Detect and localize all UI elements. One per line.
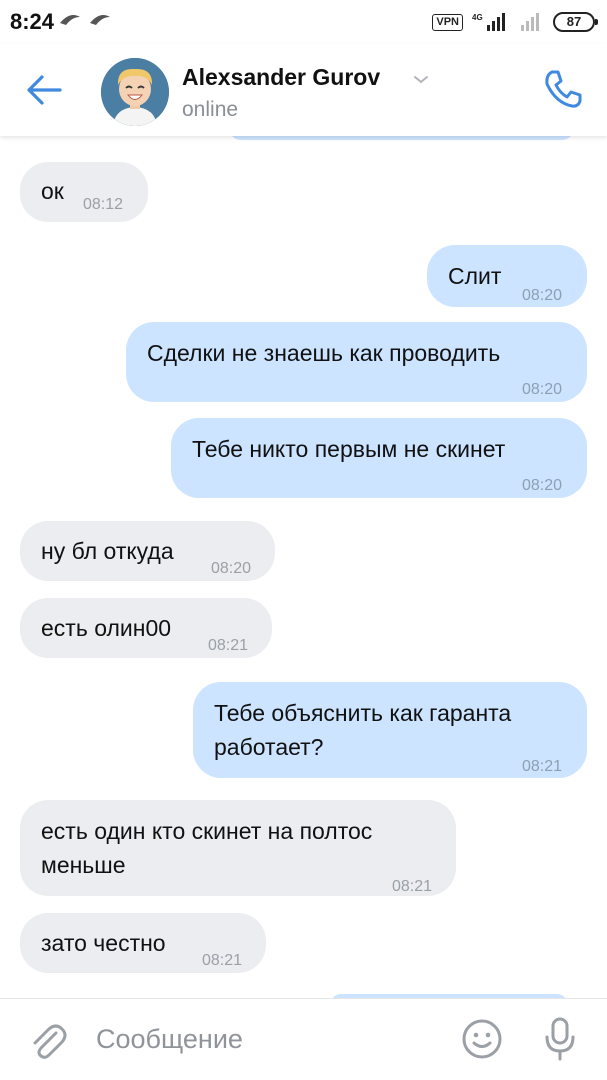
message-time: 08:21 xyxy=(522,758,563,775)
chat-header: Alexsander Gurov online xyxy=(0,44,607,136)
message-time: 08:20 xyxy=(522,477,563,494)
status-time: 8:24 xyxy=(10,9,55,34)
attach-icon[interactable] xyxy=(26,1019,70,1063)
microphone-icon[interactable] xyxy=(538,1015,582,1063)
message-text: зато честно xyxy=(41,930,166,956)
message-list[interactable]: ок 08:12 Слит 08:20 Сделки не знаешь как… xyxy=(0,136,607,998)
message-text: Тебе объяснить как гаранта работает? xyxy=(214,700,512,760)
chevron-down-icon[interactable] xyxy=(410,68,432,90)
message-time: 08:21 xyxy=(392,878,433,895)
message-input[interactable] xyxy=(96,1017,436,1061)
phone-icon[interactable] xyxy=(540,66,586,112)
emoji-icon[interactable] xyxy=(460,1017,504,1061)
outgoing-bubble-partial xyxy=(229,136,574,140)
incoming-message[interactable]: зато честно 08:21 xyxy=(20,913,266,973)
incoming-message[interactable]: есть один кто скинет на полтос меньше 08… xyxy=(20,800,456,896)
battery-icon: 87 xyxy=(553,12,598,32)
message-composer xyxy=(0,998,607,1080)
incoming-message[interactable]: ну бл откуда 08:20 xyxy=(20,521,275,581)
avatar[interactable] xyxy=(101,58,169,126)
message-time: 08:20 xyxy=(522,287,563,304)
notification-icon xyxy=(90,15,110,25)
vpn-badge: VPN xyxy=(432,13,463,31)
network-type-label: 4G xyxy=(472,13,483,22)
message-time: 08:21 xyxy=(208,637,249,654)
outgoing-message[interactable]: Сделки не знаешь как проводить 08:20 xyxy=(126,322,587,402)
outgoing-message[interactable]: Слит 08:20 xyxy=(427,245,587,307)
message-text: Сделки не знаешь как проводить xyxy=(147,340,501,366)
contact-status: online xyxy=(182,98,239,121)
notification-icon xyxy=(60,15,80,25)
incoming-message[interactable]: есть олин00 08:21 xyxy=(20,598,272,658)
back-arrow-icon[interactable] xyxy=(22,70,66,110)
message-text: Тебе никто первым не скинет xyxy=(192,436,506,462)
message-text: ок xyxy=(41,178,64,204)
message-text: есть один кто скинет на полтос меньше xyxy=(41,818,373,878)
signal-icon: 4G xyxy=(472,13,505,31)
contact-name[interactable]: Alexsander Gurov xyxy=(182,64,380,91)
message-time: 08:21 xyxy=(202,952,243,969)
status-bar: 8:24 VPN 4G 87 xyxy=(0,0,607,44)
message-time: 08:20 xyxy=(522,381,563,398)
message-text: ну бл откуда xyxy=(41,538,174,564)
message-time: 08:12 xyxy=(83,196,124,213)
status-right: VPN 4G 87 xyxy=(432,10,598,34)
outgoing-message[interactable]: Тебе объяснить как гаранта работает? 08:… xyxy=(193,682,587,778)
message-text: есть олин00 xyxy=(41,615,172,641)
message-time: 08:20 xyxy=(211,560,252,577)
incoming-message[interactable]: ок 08:12 xyxy=(20,162,148,222)
signal-icon xyxy=(521,13,539,31)
outgoing-message[interactable]: Тебе никто первым не скинет 08:20 xyxy=(171,418,587,498)
message-text: Слит xyxy=(448,263,502,289)
